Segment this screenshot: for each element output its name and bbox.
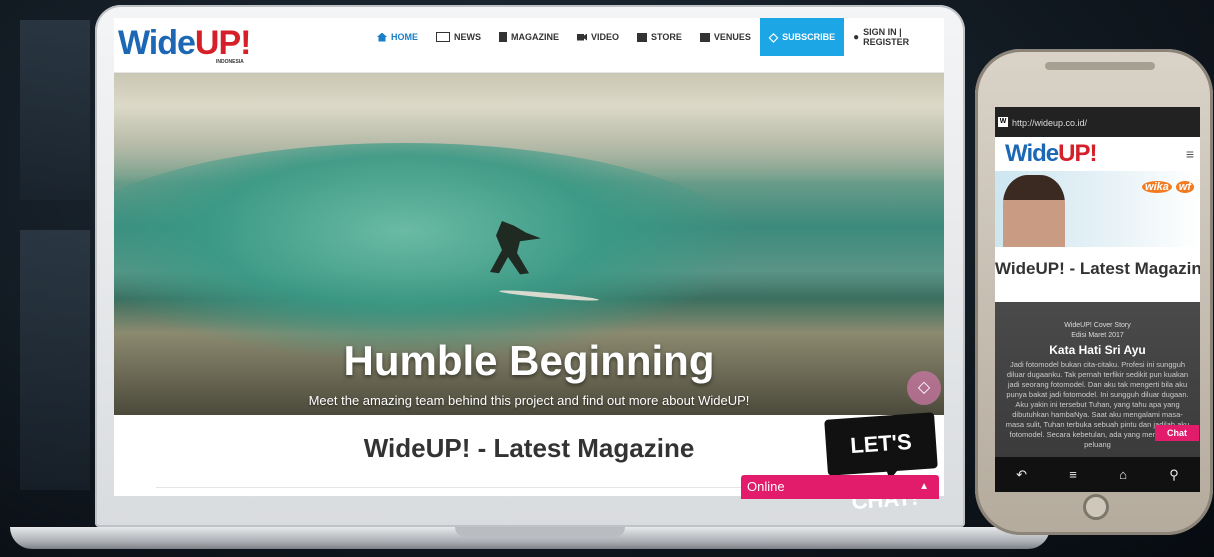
mobile-chat-button[interactable]: Chat — [1155, 425, 1199, 441]
newspaper-icon — [436, 32, 450, 42]
home-icon[interactable]: ⌂ — [1119, 467, 1127, 482]
logo-up: UP! — [194, 24, 252, 62]
chat-online-bar[interactable]: Online ▲ — [741, 475, 939, 499]
search-icon[interactable]: ⚲ — [1169, 467, 1179, 483]
mobile-section-title: WideUP! - Latest Magazine — [995, 247, 1200, 302]
cover-title: Kata Hati Sri Ayu — [1049, 343, 1146, 357]
url-text: http://wideup.co.id/ — [1012, 118, 1088, 128]
logo-subtitle: INDONESIA — [216, 59, 244, 65]
diamond-icon[interactable]: ◇ — [907, 371, 941, 405]
background-panel — [20, 230, 90, 490]
menu-icon[interactable]: ≡ — [1069, 467, 1077, 482]
hero-subtitle: Meet the amazing team behind this projec… — [308, 393, 750, 408]
nav-subscribe-label: SUBSCRIBE — [782, 32, 836, 42]
ad-model-image — [1003, 175, 1065, 247]
nav-news[interactable]: NEWS — [427, 18, 490, 56]
nav-venues[interactable]: VENUES — [691, 18, 760, 56]
ad-brand-text: wika — [1142, 181, 1172, 193]
favicon-icon: W — [998, 117, 1008, 127]
nav-venues-label: VENUES — [713, 32, 751, 42]
nav-subscribe[interactable]: ◇ SUBSCRIBE — [759, 18, 845, 56]
browser-url-bar[interactable]: W http://wideup.co.id/ — [995, 107, 1200, 137]
nav-news-label: NEWS — [454, 32, 481, 42]
laptop-notch — [455, 527, 625, 537]
mobile-logo-wide: Wide — [1005, 140, 1059, 167]
book-icon — [499, 32, 507, 42]
mobile-logo[interactable]: WideUP! — [1005, 140, 1097, 168]
nav-store[interactable]: STORE — [628, 18, 691, 56]
video-icon — [577, 33, 587, 41]
background-panel — [20, 20, 90, 200]
chat-status: Online — [747, 479, 785, 494]
nav-video[interactable]: VIDEO — [568, 18, 628, 56]
hero-banner[interactable]: Humble Beginning Meet the amazing team b… — [114, 73, 944, 415]
diamond-icon: ◇ — [768, 30, 779, 44]
nav-home[interactable]: HOME — [368, 18, 427, 56]
phone-nav-bar: ↶ ≡ ⌂ ⚲ — [995, 457, 1200, 492]
nav-sign-in[interactable]: ● SIGN IN | REGISTER — [844, 18, 944, 56]
lets-chat-bubble[interactable]: LET'S CHAT! — [824, 412, 938, 514]
hamburger-menu-icon[interactable]: ≡ — [1186, 146, 1194, 162]
cover-edition: Edisi Maret 2017 — [1071, 332, 1124, 339]
nav-store-label: STORE — [651, 32, 682, 42]
store-icon — [637, 32, 648, 42]
nav-video-label: VIDEO — [591, 32, 620, 42]
mobile-logo-up: UP! — [1058, 140, 1097, 167]
venue-icon — [699, 32, 710, 42]
ad-brand: wika wf — [1142, 177, 1194, 193]
logo-wide: Wide — [118, 24, 196, 62]
nav-sign-in-label: SIGN IN | REGISTER — [863, 27, 910, 47]
phone-screen: W http://wideup.co.id/ WideUP! ≡ wika wf… — [995, 107, 1200, 492]
laptop-screen: WideUP! INDONESIA HOME NEWS MAGAZINE VID… — [114, 18, 944, 496]
nav-magazine-label: MAGAZINE — [511, 32, 559, 42]
home-icon — [377, 32, 387, 42]
mobile-header: WideUP! ≡ — [995, 137, 1200, 171]
ad-brand-logo: wf — [1175, 181, 1194, 193]
site-logo[interactable]: WideUP! INDONESIA — [118, 24, 252, 65]
hero-title: Humble Beginning — [343, 337, 715, 384]
site-header: WideUP! INDONESIA HOME NEWS MAGAZINE VID… — [114, 18, 944, 73]
ad-banner[interactable]: wika wf — [995, 171, 1200, 247]
back-icon[interactable]: ↶ — [1016, 467, 1027, 483]
cover-tag: WideUP! Cover Story — [1064, 322, 1131, 329]
section-title: WideUP! - Latest Magazine — [363, 433, 695, 463]
nav-magazine[interactable]: MAGAZINE — [490, 18, 568, 56]
phone-home-button[interactable] — [1083, 494, 1109, 520]
main-nav: HOME NEWS MAGAZINE VIDEO STORE VENUES ◇ S… — [368, 18, 944, 56]
nav-home-label: HOME — [391, 32, 418, 42]
chevron-up-icon[interactable]: ▲ — [919, 475, 929, 499]
phone-speaker — [1045, 62, 1155, 70]
user-icon: ● — [853, 31, 860, 43]
